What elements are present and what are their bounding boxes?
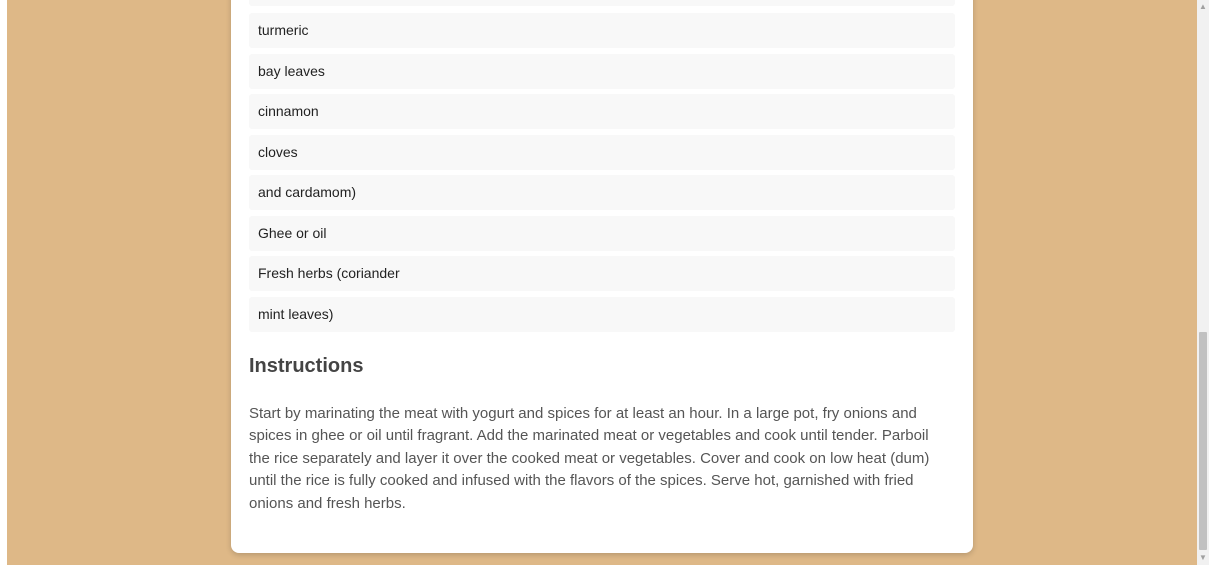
ingredient-item: and cardamom) xyxy=(249,175,955,210)
ingredient-list: turmeric bay leaves cinnamon cloves and … xyxy=(249,0,955,332)
ingredient-item: cloves xyxy=(249,134,955,170)
ingredient-item: Fresh herbs (coriander xyxy=(249,256,955,291)
ingredient-item: cinnamon xyxy=(249,94,955,129)
chevron-up-icon[interactable]: ▲ xyxy=(1197,0,1209,14)
window-edge xyxy=(0,0,7,565)
scrollbar-thumb[interactable] xyxy=(1199,332,1207,550)
ingredient-item: Ghee or oil xyxy=(249,215,955,251)
recipe-card: turmeric bay leaves cinnamon cloves and … xyxy=(231,0,973,553)
ingredient-item xyxy=(249,0,955,6)
vertical-scrollbar[interactable]: ▲ ▼ xyxy=(1197,0,1209,565)
instructions-heading: Instructions xyxy=(249,354,364,377)
ingredient-item: mint leaves) xyxy=(249,296,955,332)
ingredient-item: bay leaves xyxy=(249,53,955,89)
chevron-down-icon[interactable]: ▼ xyxy=(1197,551,1209,565)
instructions-text: Start by marinating the meat with yogurt… xyxy=(249,404,930,512)
ingredient-item: turmeric xyxy=(249,13,955,48)
